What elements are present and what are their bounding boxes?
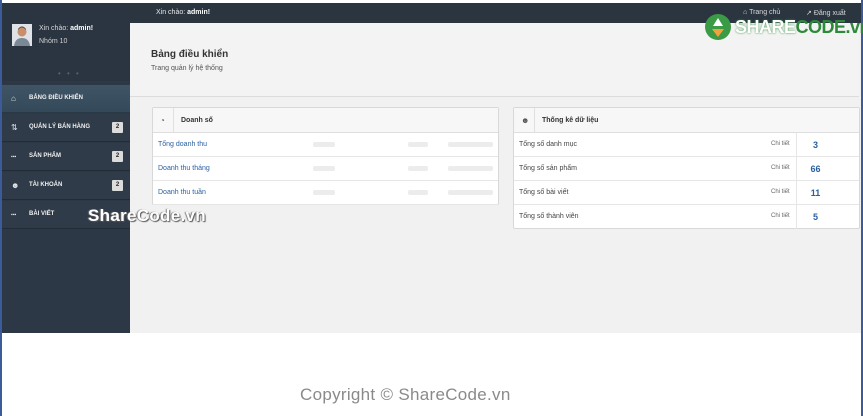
stats-row-label: Tổng số thành viên	[519, 213, 579, 220]
stats-detail-link[interactable]: Chi tiết	[771, 141, 790, 147]
sales-panel-title: Doanh số	[181, 117, 213, 124]
blurred-value	[313, 166, 335, 171]
watermark-middle: ShareCode.vn	[88, 206, 206, 225]
stats-row: Tổng số thành viên Chi tiết 5	[514, 205, 859, 229]
page-title: Bảng điều khiển	[151, 49, 229, 60]
stats-panel: ☻ Thống kê dữ liệu Tổng số danh mục Chi …	[513, 107, 860, 229]
stats-value: 3	[812, 140, 818, 150]
blurred-value	[448, 166, 493, 171]
stats-value: 11	[810, 188, 821, 198]
count-badge: 2	[112, 122, 123, 133]
sharecode-logo: SHARECODE.vn	[703, 12, 863, 42]
sales-row-label[interactable]: Tổng doanh thu	[158, 141, 207, 148]
logo-share: SHARE	[735, 17, 796, 37]
sidebar: Xin chào: admin! Nhóm 10 • • • ⌂ BẢNG ĐI…	[2, 3, 130, 333]
stats-detail-link[interactable]: Chi tiết	[771, 165, 790, 171]
blurred-value	[313, 142, 335, 147]
sidebar-item-label: TÀI KHOẢN	[29, 182, 63, 188]
screenshot-frame: Xin chào: admin! ⌂ Trang chủ ↗ Đăng xuất…	[0, 0, 863, 416]
recycle-logo-icon	[705, 14, 731, 40]
stats-value: 5	[812, 212, 818, 222]
copyright-watermark: Copyright © ShareCode.vn	[300, 385, 511, 404]
sales-row-label[interactable]: Doanh thu tháng	[158, 165, 210, 172]
stats-detail-link[interactable]: Chi tiết	[771, 213, 790, 219]
stats-row: Tổng số bài viết Chi tiết 11	[514, 181, 859, 205]
sales-row: Doanh thu tuần	[153, 181, 498, 205]
users-icon: ☻	[521, 116, 530, 125]
sidebar-item-dashboard[interactable]: ⌂ BẢNG ĐIỀU KHIỂN	[2, 85, 130, 113]
users-icon: ☻	[11, 181, 20, 190]
logo-text: SHARECODE.vn	[735, 17, 863, 38]
topbar-greeting: Xin chào: admin!	[156, 9, 210, 16]
avatar	[12, 24, 32, 46]
topbar-greeting-user: admin!	[187, 9, 211, 16]
user-panel: Xin chào: admin! Nhóm 10 • • •	[2, 3, 130, 81]
stats-value: 66	[810, 164, 821, 174]
sales-row: Tổng doanh thu	[153, 133, 498, 157]
stats-panel-header: ☻ Thống kê dữ liệu	[514, 108, 859, 133]
sidebar-greeting-user: admin!	[70, 25, 94, 32]
sales-row-label[interactable]: Doanh thu tuần	[158, 189, 206, 196]
sidebar-item-label: SẢN PHẨM	[29, 153, 62, 159]
sidebar-item-accounts[interactable]: ☻ TÀI KHOẢN 2	[2, 172, 130, 200]
stats-panel-title: Thống kê dữ liệu	[542, 117, 599, 124]
stats-row-label: Tổng số bài viết	[519, 189, 569, 196]
sidebar-greeting-prefix: Xin chào:	[39, 25, 71, 32]
separator-dots: • • •	[58, 69, 81, 78]
sales-panel-header: ◔ Doanh số	[153, 108, 498, 133]
stats-row: Tổng số danh mục Chi tiết 3	[514, 133, 859, 157]
grid-icon: ▪▪▪	[11, 154, 17, 160]
blurred-value	[408, 190, 428, 195]
blurred-value	[313, 190, 335, 195]
sidebar-item-products[interactable]: ▪▪▪ SẢN PHẨM 2	[2, 143, 130, 171]
logo-code: CODE.vn	[795, 17, 863, 37]
stats-row-label: Tổng số sản phẩm	[519, 165, 577, 172]
topbar-greeting-prefix: Xin chào:	[156, 9, 188, 16]
grid-icon: ▪▪▪	[11, 212, 17, 218]
sidebar-item-label: BẢNG ĐIỀU KHIỂN	[29, 95, 84, 101]
sales-panel: ◔ Doanh số Tổng doanh thu Doanh thu thán…	[152, 107, 499, 205]
sidebar-item-label: BÀI VIẾT	[29, 211, 55, 217]
sales-row: Doanh thu tháng	[153, 157, 498, 181]
count-badge: 2	[112, 151, 123, 162]
admin-app: Xin chào: admin! ⌂ Trang chủ ↗ Đăng xuất…	[2, 3, 861, 333]
sidebar-item-label: QUẢN LÝ BÁN HÀNG	[29, 124, 90, 130]
sidebar-greeting: Xin chào: admin!	[39, 25, 93, 32]
sort-icon: ⇅	[11, 123, 18, 132]
page-subtitle: Trang quản lý hệ thống	[151, 65, 223, 72]
header-separator	[534, 108, 535, 133]
home-icon: ⌂	[11, 94, 16, 103]
blurred-value	[408, 166, 428, 171]
stats-row-label: Tổng số danh mục	[519, 141, 577, 148]
blurred-value	[448, 142, 493, 147]
count-badge: 2	[112, 180, 123, 191]
stats-row: Tổng số sản phẩm Chi tiết 66	[514, 157, 859, 181]
header-separator	[173, 108, 174, 133]
chart-icon: ◔	[160, 116, 165, 125]
stats-detail-link[interactable]: Chi tiết	[771, 189, 790, 195]
sidebar-item-sales[interactable]: ⇅ QUẢN LÝ BÁN HÀNG 2	[2, 114, 130, 142]
blurred-value	[448, 190, 493, 195]
blurred-value	[408, 142, 428, 147]
user-group: Nhóm 10	[39, 38, 68, 45]
